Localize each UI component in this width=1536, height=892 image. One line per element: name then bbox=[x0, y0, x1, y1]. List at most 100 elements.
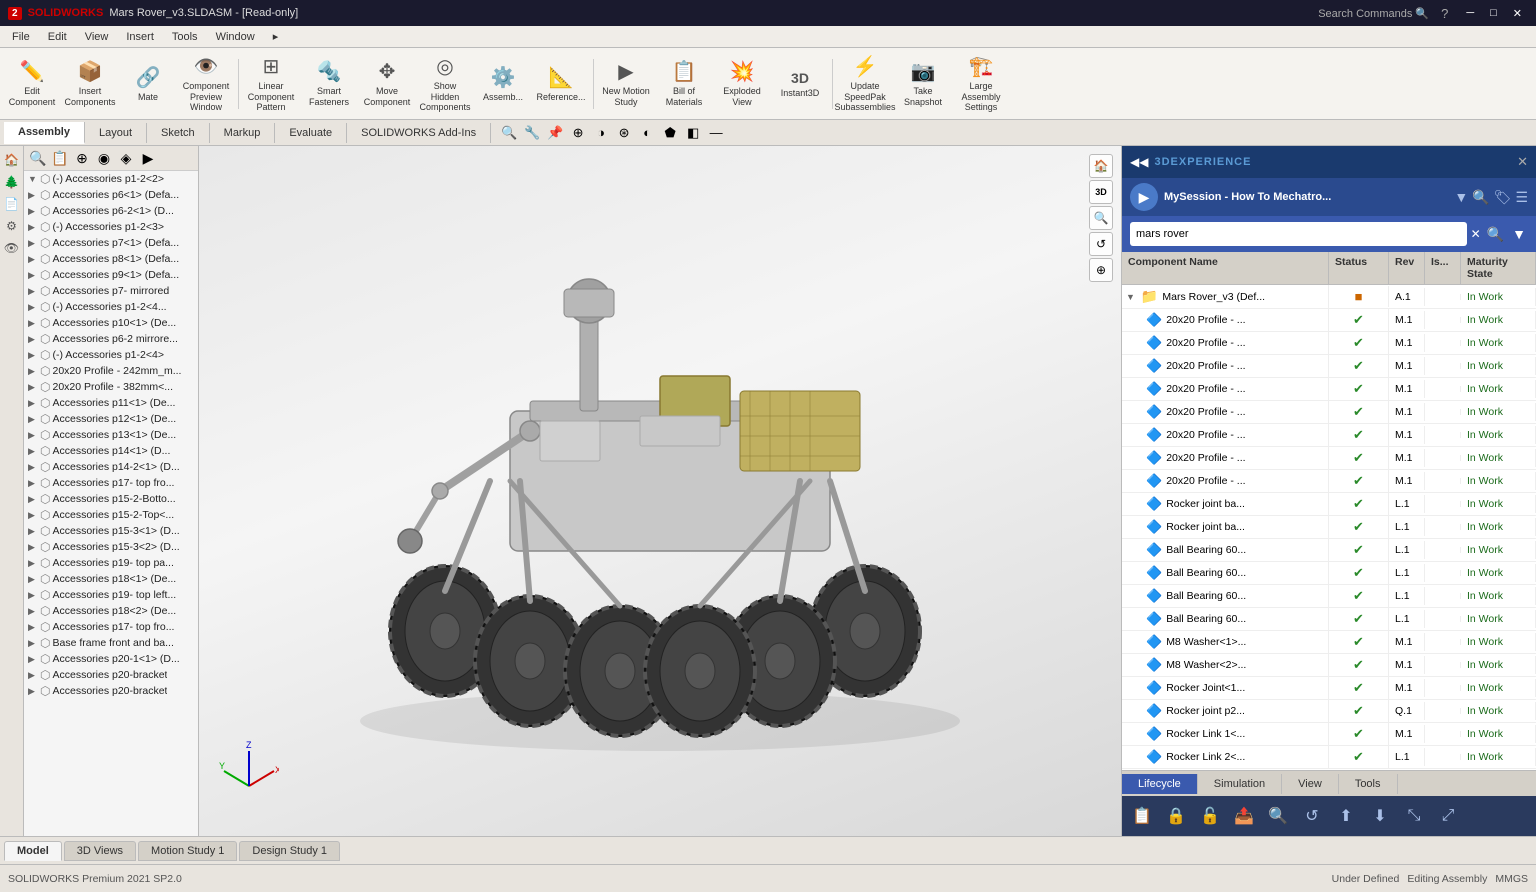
close-btn[interactable]: ✕ bbox=[1507, 5, 1528, 22]
view-icon-3[interactable]: 📌 bbox=[545, 123, 565, 143]
panel-icon-3[interactable]: ⊕ bbox=[72, 148, 92, 168]
tree-item-28[interactable]: ▶ ⬡ Accessories p17- top fro... bbox=[24, 619, 198, 635]
menu-more[interactable]: ▸ bbox=[265, 28, 287, 45]
bill-of-materials-btn[interactable]: 📋 Bill ofMaterials bbox=[656, 52, 712, 116]
table-row-17[interactable]: 🔷 Rocker Joint<1... ✔ M.1 In Work bbox=[1122, 677, 1536, 700]
table-row-3[interactable]: 🔷 20x20 Profile - ... ✔ M.1 In Work bbox=[1122, 355, 1536, 378]
tree-item-7[interactable]: ▶ ⬡ Accessories p7- mirrored bbox=[24, 283, 198, 299]
exploded-view-btn[interactable]: 💥 ExplodedView bbox=[714, 52, 770, 116]
panel-expand[interactable]: ▶ bbox=[138, 148, 158, 168]
search-commands[interactable]: Search Commands 🔍 bbox=[1318, 7, 1429, 20]
smart-fasteners-btn[interactable]: 🔩 SmartFasteners bbox=[301, 52, 357, 116]
tab-markup[interactable]: Markup bbox=[210, 123, 276, 143]
tree-item-10[interactable]: ▶ ⬡ Accessories p6-2 mirrore... bbox=[24, 331, 198, 347]
tab-addins[interactable]: SOLIDWORKS Add-Ins bbox=[347, 123, 491, 143]
insert-components-btn[interactable]: 📦 InsertComponents bbox=[62, 52, 118, 116]
move-component-btn[interactable]: ✥ MoveComponent bbox=[359, 52, 415, 116]
side-icon-display[interactable]: 👁 bbox=[2, 238, 22, 258]
bt-btn-6[interactable]: ↺ bbox=[1296, 800, 1328, 832]
menu-tools[interactable]: Tools bbox=[164, 29, 206, 45]
minimize-btn[interactable]: ─ bbox=[1460, 5, 1480, 22]
table-row-13[interactable]: 🔷 Ball Bearing 60... ✔ L.1 In Work bbox=[1122, 585, 1536, 608]
tree-item-27[interactable]: ▶ ⬡ Accessories p18<2> (De... bbox=[24, 603, 198, 619]
panel-icon-1[interactable]: 🔍 bbox=[28, 148, 48, 168]
tree-item-13[interactable]: ▶ ⬡ 20x20 Profile - 382mm<... bbox=[24, 379, 198, 395]
view-tab-design-study[interactable]: Design Study 1 bbox=[239, 841, 340, 861]
side-icon-config[interactable]: ⚙ bbox=[2, 216, 22, 236]
tab-tools[interactable]: Tools bbox=[1339, 774, 1398, 794]
search-submit-btn[interactable]: 🔍 bbox=[1485, 224, 1506, 245]
tree-item-19[interactable]: ▶ ⬡ Accessories p17- top fro... bbox=[24, 475, 198, 491]
tree-item-20[interactable]: ▶ ⬡ Accessories p15-2-Botto... bbox=[24, 491, 198, 507]
search-input[interactable] bbox=[1130, 222, 1467, 246]
table-row-10[interactable]: 🔷 Rocker joint ba... ✔ L.1 In Work bbox=[1122, 516, 1536, 539]
bt-btn-9[interactable]: ⤡ bbox=[1398, 800, 1430, 832]
bt-btn-10[interactable]: ⤢ bbox=[1432, 800, 1464, 832]
tab-assembly[interactable]: Assembly bbox=[4, 122, 85, 144]
panel-close-btn[interactable]: ✕ bbox=[1517, 154, 1528, 170]
table-row-14[interactable]: 🔷 Ball Bearing 60... ✔ L.1 In Work bbox=[1122, 608, 1536, 631]
show-hidden-btn[interactable]: ◎ Show HiddenComponents bbox=[417, 52, 473, 116]
linear-pattern-btn[interactable]: ⊞ Linear ComponentPattern bbox=[243, 52, 299, 116]
table-row-8[interactable]: 🔷 20x20 Profile - ... ✔ M.1 In Work bbox=[1122, 470, 1536, 493]
bt-btn-8[interactable]: ⬇ bbox=[1364, 800, 1396, 832]
menu-edit[interactable]: Edit bbox=[40, 29, 75, 45]
maximize-btn[interactable]: □ bbox=[1484, 5, 1503, 22]
tree-item-22[interactable]: ▶ ⬡ Accessories p15-3<1> (D... bbox=[24, 523, 198, 539]
bt-btn-5[interactable]: 🔍 bbox=[1262, 800, 1294, 832]
bt-btn-3[interactable]: 🔓 bbox=[1194, 800, 1226, 832]
table-row-16[interactable]: 🔷 M8 Washer<2>... ✔ M.1 In Work bbox=[1122, 654, 1536, 677]
table-row-5[interactable]: 🔷 20x20 Profile - ... ✔ M.1 In Work bbox=[1122, 401, 1536, 424]
bt-btn-4[interactable]: 📤 bbox=[1228, 800, 1260, 832]
view-tab-model[interactable]: Model bbox=[4, 841, 62, 861]
tree-item-32[interactable]: ▶ ⬡ Accessories p20-bracket bbox=[24, 683, 198, 699]
table-row-0[interactable]: ▼ 📁 Mars Rover_v3 (Def... ■ A.1 In Work bbox=[1122, 285, 1536, 309]
side-icon-tree[interactable]: 🌲 bbox=[2, 172, 22, 192]
menu-insert[interactable]: Insert bbox=[118, 29, 162, 45]
mate-btn[interactable]: 🔗 Mate bbox=[120, 52, 176, 116]
reference-btn[interactable]: 📐 Reference... bbox=[533, 52, 589, 116]
tree-item-12[interactable]: ▶ ⬡ 20x20 Profile - 242mm_m... bbox=[24, 363, 198, 379]
table-row-12[interactable]: 🔷 Ball Bearing 60... ✔ L.1 In Work bbox=[1122, 562, 1536, 585]
menu-window[interactable]: Window bbox=[208, 29, 263, 45]
tree-item-1[interactable]: ▶ ⬡ Accessories p6<1> (Defa... bbox=[24, 187, 198, 203]
viewport-rotate-btn[interactable]: ↺ bbox=[1089, 232, 1113, 256]
bt-btn-7[interactable]: ⬆ bbox=[1330, 800, 1362, 832]
table-row-2[interactable]: 🔷 20x20 Profile - ... ✔ M.1 In Work bbox=[1122, 332, 1536, 355]
table-row-4[interactable]: 🔷 20x20 Profile - ... ✔ M.1 In Work bbox=[1122, 378, 1536, 401]
tree-item-30[interactable]: ▶ ⬡ Accessories p20-1<1> (D... bbox=[24, 651, 198, 667]
view-icon-10[interactable]: — bbox=[706, 123, 726, 143]
tree-item-9[interactable]: ▶ ⬡ Accessories p10<1> (De... bbox=[24, 315, 198, 331]
3d-viewport[interactable]: 🏠 3D 🔍 ↺ ⊕ X Y Z bbox=[199, 146, 1121, 836]
bt-btn-1[interactable]: 📋 bbox=[1126, 800, 1158, 832]
side-icon-home[interactable]: 🏠 bbox=[2, 150, 22, 170]
session-tag-btn[interactable]: 🏷 bbox=[1494, 189, 1512, 206]
table-row-7[interactable]: 🔷 20x20 Profile - ... ✔ M.1 In Work bbox=[1122, 447, 1536, 470]
menu-file[interactable]: File bbox=[4, 29, 38, 45]
tree-item-18[interactable]: ▶ ⬡ Accessories p14-2<1> (D... bbox=[24, 459, 198, 475]
tree-item-24[interactable]: ▶ ⬡ Accessories p19- top pa... bbox=[24, 555, 198, 571]
tree-item-5[interactable]: ▶ ⬡ Accessories p8<1> (Defa... bbox=[24, 251, 198, 267]
tree-item-14[interactable]: ▶ ⬡ Accessories p11<1> (De... bbox=[24, 395, 198, 411]
view-icon-4[interactable]: ⊕ bbox=[568, 123, 588, 143]
tree-item-4[interactable]: ▶ ⬡ Accessories p7<1> (Defa... bbox=[24, 235, 198, 251]
table-row-15[interactable]: 🔷 M8 Washer<1>... ✔ M.1 In Work bbox=[1122, 631, 1536, 654]
tab-evaluate[interactable]: Evaluate bbox=[275, 123, 347, 143]
take-snapshot-btn[interactable]: 📷 TakeSnapshot bbox=[895, 52, 951, 116]
tree-item-8[interactable]: ▶ ⬡ (-) Accessories p1-2<4... bbox=[24, 299, 198, 315]
view-icon-2[interactable]: 🔧 bbox=[522, 123, 542, 143]
tree-item-21[interactable]: ▶ ⬡ Accessories p15-2-Top<... bbox=[24, 507, 198, 523]
table-row-6[interactable]: 🔷 20x20 Profile - ... ✔ M.1 In Work bbox=[1122, 424, 1536, 447]
table-row-1[interactable]: 🔷 20x20 Profile - ... ✔ M.1 In Work bbox=[1122, 309, 1536, 332]
tree-item-15[interactable]: ▶ ⬡ Accessories p12<1> (De... bbox=[24, 411, 198, 427]
tree-item-16[interactable]: ▶ ⬡ Accessories p13<1> (De... bbox=[24, 427, 198, 443]
view-tab-motion-study[interactable]: Motion Study 1 bbox=[138, 841, 237, 861]
menu-view[interactable]: View bbox=[77, 29, 117, 45]
side-icon-props[interactable]: 📄 bbox=[2, 194, 22, 214]
table-row-19[interactable]: 🔷 Rocker Link 1<... ✔ M.1 In Work bbox=[1122, 723, 1536, 746]
search-expand-btn[interactable]: ▼ bbox=[1510, 224, 1528, 244]
large-assembly-btn[interactable]: 🏗️ Large AssemblySettings bbox=[953, 52, 1009, 116]
tab-simulation[interactable]: Simulation bbox=[1198, 774, 1282, 794]
session-menu-btn[interactable]: ☰ bbox=[1515, 189, 1528, 206]
expand-collapse-icon[interactable]: ◀◀ bbox=[1130, 155, 1148, 169]
